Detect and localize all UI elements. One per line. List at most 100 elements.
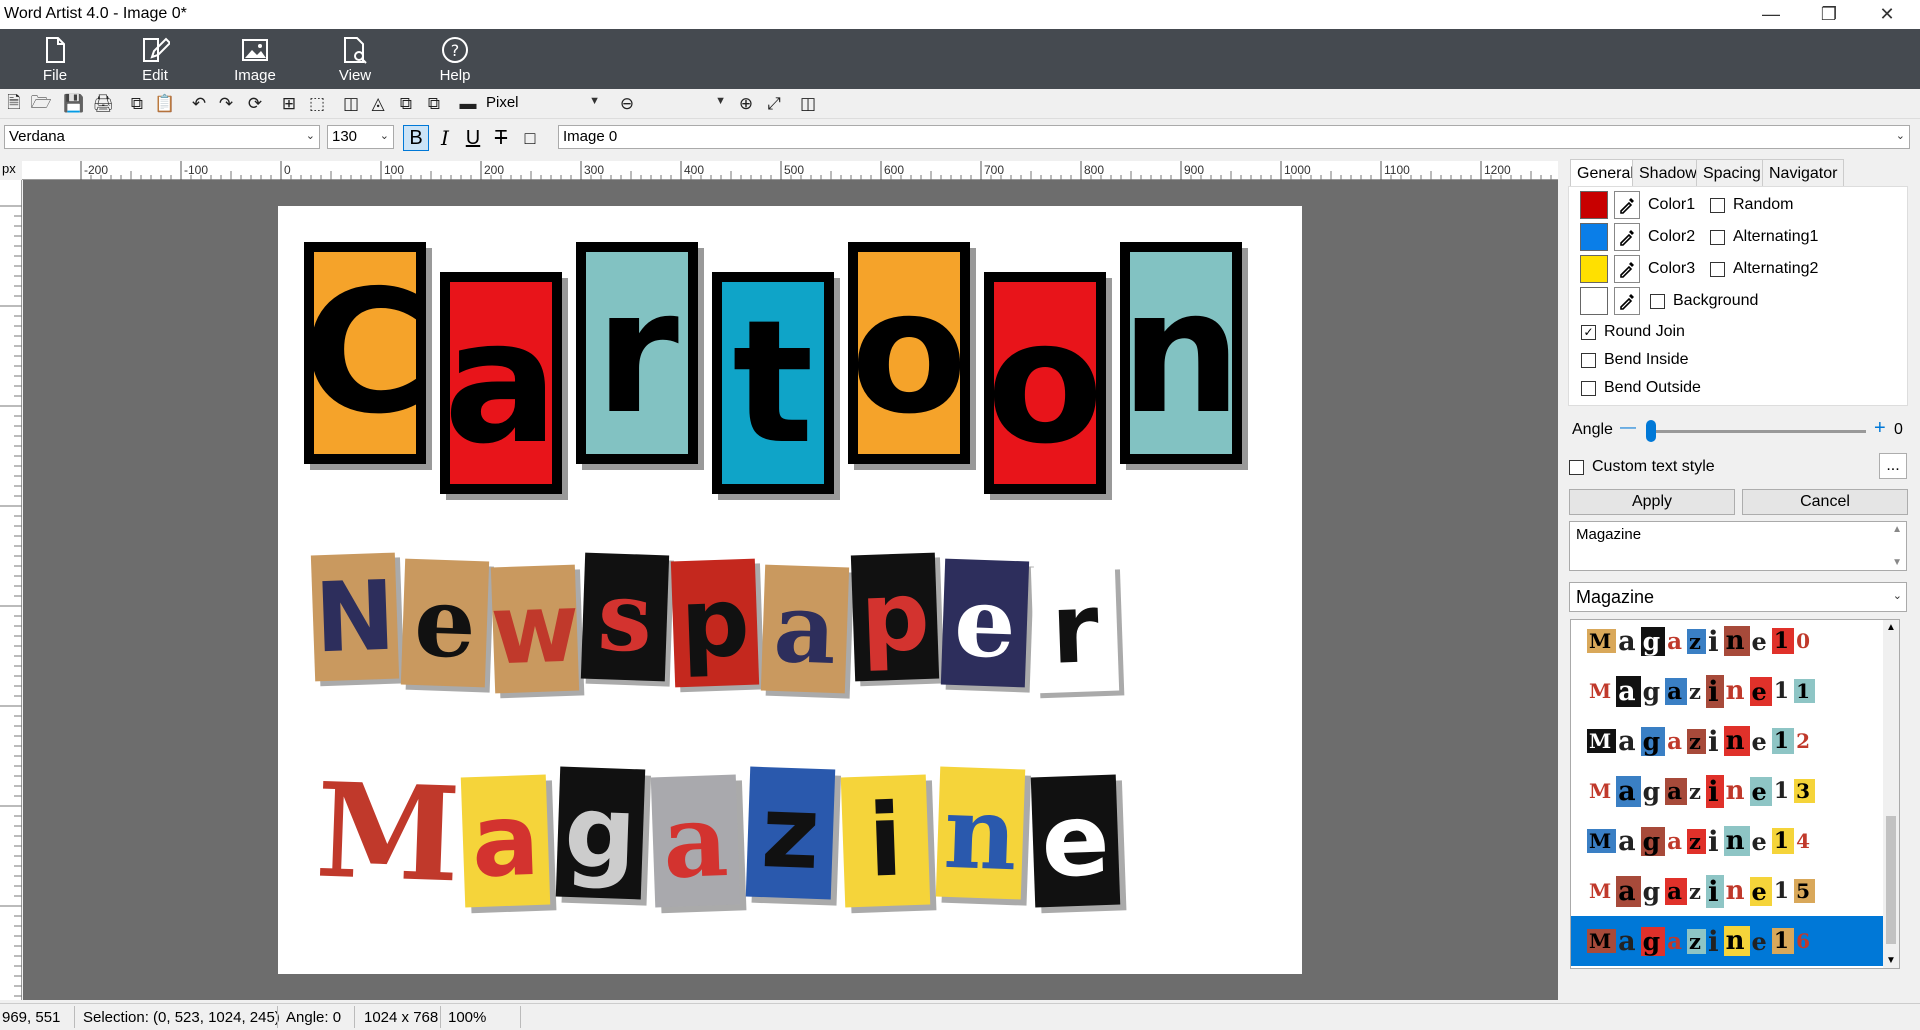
bold-button[interactable]: B bbox=[403, 125, 429, 151]
magazine-letter-tile: M bbox=[313, 753, 463, 912]
style-list-item[interactable]: Magazine10 bbox=[1571, 620, 1885, 666]
style-list-item[interactable]: Magazine12 bbox=[1571, 716, 1885, 766]
text-frame-icon[interactable]: □ bbox=[517, 125, 543, 151]
scroll-up-icon[interactable]: ▲ bbox=[1886, 622, 1896, 633]
main-toolbar: 🗎 🗁 💾 🖨 ⧉ 📋 ↶ ↷ ⟳ ⊞ ⬚ ◫ ◬ ⧉ ⧉ ▬ Pixel ▼ ⊖… bbox=[0, 89, 1920, 119]
tab-shadow[interactable]: Shadow bbox=[1632, 159, 1704, 187]
style-list-scrollbar[interactable]: ▲ ▼ bbox=[1883, 620, 1899, 968]
ribbon-file-button[interactable]: File bbox=[10, 33, 100, 87]
color-swatch-1[interactable] bbox=[1580, 191, 1608, 219]
style-list-item[interactable]: Magazine11 bbox=[1571, 666, 1885, 716]
style-text-box[interactable]: Magazine ▲ ▼ bbox=[1569, 521, 1907, 571]
redo-icon[interactable]: ↷ bbox=[215, 93, 237, 115]
underline-button[interactable]: U bbox=[460, 125, 486, 151]
style-preview-letter: 1 bbox=[1773, 778, 1793, 804]
scroll-down-icon[interactable]: ▼ bbox=[1886, 955, 1896, 966]
style-list-item[interactable]: Magazine14 bbox=[1571, 816, 1885, 866]
zoom-out-icon[interactable]: ⊖ bbox=[616, 93, 638, 115]
angle-decrease-icon[interactable]: — bbox=[1620, 419, 1636, 437]
add-icon[interactable]: ⊞ bbox=[278, 93, 300, 115]
refresh-icon[interactable]: ⟳ bbox=[244, 93, 266, 115]
option-checkbox-2[interactable] bbox=[1710, 230, 1725, 245]
color-swatch-4[interactable] bbox=[1580, 287, 1608, 315]
style-preview-letter: M bbox=[1587, 829, 1617, 853]
tab-general[interactable]: General bbox=[1570, 159, 1641, 187]
ribbon-help-button[interactable]: ? Help bbox=[410, 33, 500, 87]
copy-icon[interactable]: ⧉ bbox=[126, 93, 148, 115]
style-preview-letter: i bbox=[1705, 674, 1724, 708]
round-join-checkbox[interactable]: ✓ bbox=[1581, 325, 1596, 340]
zoom-in-icon[interactable]: ⊕ bbox=[735, 93, 757, 115]
eyedropper-icon[interactable] bbox=[1614, 255, 1640, 283]
image-page[interactable]: Cartoon Newspaper Magazine bbox=[278, 206, 1302, 974]
style-list-item[interactable]: Magazine15 bbox=[1571, 866, 1885, 916]
edit-icon bbox=[143, 37, 170, 62]
minimize-button[interactable]: — bbox=[1742, 0, 1800, 29]
size-select[interactable]: 130 ⌄ bbox=[327, 125, 394, 149]
fit-icon[interactable]: ⤢ bbox=[763, 93, 785, 115]
tab-spacing[interactable]: Spacing bbox=[1696, 159, 1768, 187]
flip-vertical-icon[interactable]: ◬ bbox=[367, 93, 389, 115]
newspaper-letter-tile: p bbox=[670, 558, 760, 688]
open-icon[interactable]: 🗁 bbox=[30, 93, 52, 115]
print-icon[interactable]: 🖨 bbox=[92, 93, 114, 115]
italic-button[interactable]: I bbox=[432, 125, 458, 151]
style-preview-letter: g bbox=[1640, 626, 1666, 656]
bend-outside-checkbox[interactable] bbox=[1581, 381, 1596, 396]
tab-navigator[interactable]: Navigator bbox=[1762, 159, 1845, 187]
ruler-icon: ▬ bbox=[459, 94, 477, 113]
unit-select[interactable]: Pixel ▼ bbox=[482, 92, 604, 116]
style-list-item[interactable]: Magazine16 bbox=[1571, 916, 1885, 966]
scroll-up-icon[interactable]: ▲ bbox=[1892, 524, 1902, 535]
magazine-letter-tile: z bbox=[745, 766, 836, 900]
style-preview-letter: a bbox=[1616, 775, 1641, 807]
cancel-button[interactable]: Cancel bbox=[1742, 489, 1908, 515]
scroll-down-icon[interactable]: ▼ bbox=[1892, 557, 1902, 568]
ribbon-image-button[interactable]: Image bbox=[210, 33, 300, 87]
color-swatch-2[interactable] bbox=[1580, 223, 1608, 251]
apply-button[interactable]: Apply bbox=[1569, 489, 1735, 515]
bring-front-icon[interactable]: ⧉ bbox=[423, 93, 445, 115]
font-select[interactable]: Verdana ⌄ bbox=[4, 125, 320, 149]
ribbon-view-button[interactable]: View bbox=[310, 33, 400, 87]
angle-increase-icon[interactable]: + bbox=[1874, 417, 1886, 440]
eyedropper-icon[interactable] bbox=[1614, 191, 1640, 219]
option-checkbox-4[interactable] bbox=[1650, 294, 1665, 309]
strikethrough-button[interactable]: T bbox=[488, 125, 514, 151]
ribbon-edit-button[interactable]: Edit bbox=[110, 33, 200, 87]
ruler-tick-label: 1200 bbox=[1484, 163, 1511, 177]
layer-select[interactable]: Image 0 ⌄ bbox=[558, 125, 1910, 149]
actual-size-icon[interactable]: ◫ bbox=[797, 93, 819, 115]
angle-slider-thumb[interactable] bbox=[1646, 420, 1656, 442]
custom-style-checkbox[interactable] bbox=[1569, 460, 1584, 475]
style-list[interactable]: Magazine10Magazine11Magazine12Magazine13… bbox=[1570, 619, 1900, 969]
send-back-icon[interactable]: ⧉ bbox=[395, 93, 417, 115]
more-button[interactable]: ... bbox=[1879, 453, 1907, 479]
canvas-area[interactable]: Cartoon Newspaper Magazine bbox=[23, 180, 1558, 1000]
restore-button[interactable]: ❐ bbox=[1800, 0, 1858, 29]
paste-icon[interactable]: 📋 bbox=[154, 93, 176, 115]
select-icon[interactable]: ⬚ bbox=[306, 93, 328, 115]
bend-inside-checkbox[interactable] bbox=[1581, 353, 1596, 368]
option-checkbox-1[interactable] bbox=[1710, 198, 1725, 213]
eyedropper-icon[interactable] bbox=[1614, 287, 1640, 315]
scrollbar-thumb[interactable] bbox=[1886, 816, 1896, 944]
angle-slider-track[interactable] bbox=[1646, 420, 1866, 442]
zoom-select[interactable]: ▼ bbox=[640, 92, 730, 116]
new-icon[interactable]: 🗎 bbox=[3, 93, 25, 115]
style-preview-letter: M bbox=[1587, 929, 1617, 953]
style-list-item[interactable]: Magazine13 bbox=[1571, 766, 1885, 816]
style-preview-letter: n bbox=[1723, 926, 1750, 956]
color-swatch-3[interactable] bbox=[1580, 255, 1608, 283]
style-group-select[interactable]: Magazine ⌄ bbox=[1569, 582, 1907, 612]
save-icon[interactable]: 💾 bbox=[63, 93, 85, 115]
close-button[interactable]: ✕ bbox=[1858, 0, 1916, 29]
style-preview-letter: a bbox=[1667, 627, 1686, 655]
undo-icon[interactable]: ↶ bbox=[188, 93, 210, 115]
ruler-tick-label: 400 bbox=[684, 163, 704, 177]
style-preview-letter: e bbox=[1751, 626, 1770, 656]
option-checkbox-3[interactable] bbox=[1710, 262, 1725, 277]
style-preview-letter: 1 bbox=[1771, 928, 1795, 954]
eyedropper-icon[interactable] bbox=[1614, 223, 1640, 251]
flip-horizontal-icon[interactable]: ◫ bbox=[340, 93, 362, 115]
